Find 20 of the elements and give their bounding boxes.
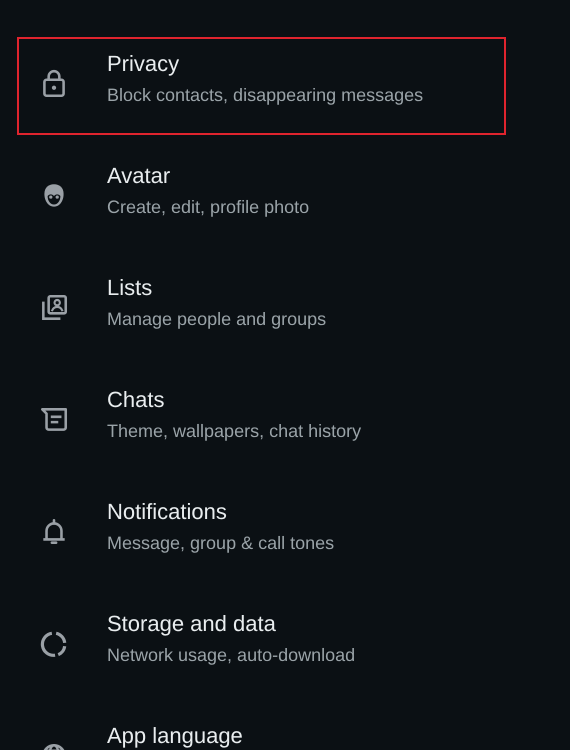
item-title: Privacy [107, 51, 180, 77]
highlight-frame[interactable]: Privacy Block contacts, disappearing messages [17, 37, 506, 135]
item-title: App language [107, 723, 243, 749]
settings-item[interactable]: App language [17, 709, 506, 750]
item-title: Lists [107, 275, 154, 301]
item-subtitle: Block contacts, disappearing messages [107, 85, 424, 106]
item-title: Avatar [107, 163, 172, 189]
item-title: Storage and data [107, 611, 277, 637]
settings-item[interactable]: Avatar Create, edit, profile photo [17, 149, 506, 247]
item-subtitle: Theme, wallpapers, chat history [107, 421, 362, 442]
item-title: Notifications [107, 499, 228, 525]
item-title: Chats [107, 387, 166, 413]
item-subtitle: Manage people and groups [107, 309, 326, 330]
settings-item[interactable]: Chats Theme, wallpapers, chat history [17, 373, 506, 471]
item-subtitle: Create, edit, profile photo [107, 197, 310, 218]
item-subtitle: Network usage, auto-download [107, 645, 356, 666]
settings-item[interactable]: Storage and data Network usage, auto-download [17, 597, 506, 695]
item-subtitle: Message, group & call tones [107, 533, 334, 554]
settings-item[interactable]: Lists Manage people and groups [17, 261, 506, 359]
settings-item[interactable]: Notifications Message, group & call tones [17, 485, 506, 583]
